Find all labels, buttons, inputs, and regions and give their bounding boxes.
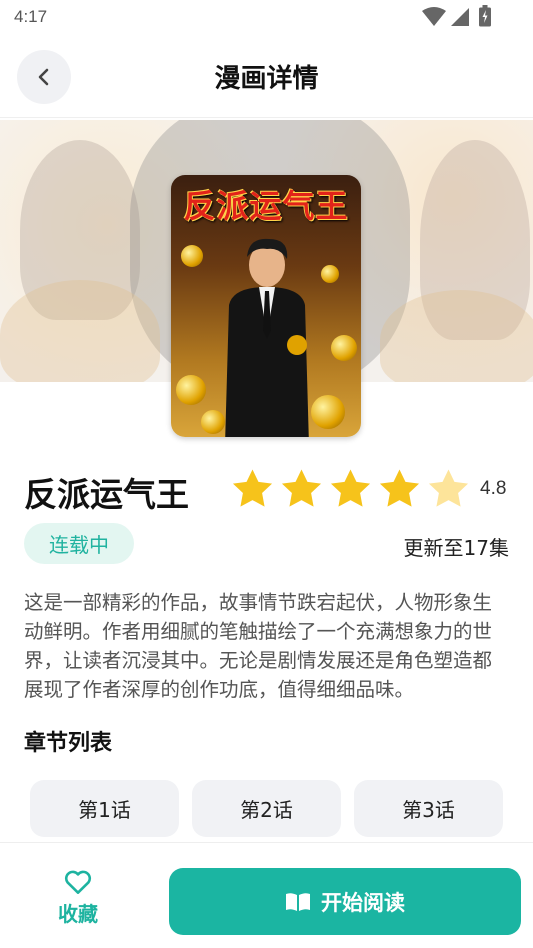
top-app-bar: 漫画详情 [0,36,533,118]
bottom-action-bar: 收藏 开始阅读 [0,842,533,948]
star-filled-icon [330,469,371,507]
update-progress: 更新至17集 [403,536,509,560]
chapter-button[interactable]: 第1话 [30,780,179,837]
signal-icon [451,8,469,26]
chapter-button[interactable]: 第2话 [192,780,341,837]
status-bar: 4:17 [0,0,533,36]
rating-value: 4.8 [480,478,507,499]
character-illustration [225,238,309,437]
chapter-button[interactable]: 第3话 [354,780,503,837]
page-title: 漫画详情 [214,64,319,94]
chapter-list: 第1话 第2话 第3话 [30,780,503,837]
heart-outline-icon [64,870,92,894]
star-filled-icon [281,469,322,507]
cover-image: 反派运气王 [171,175,361,437]
star-filled-icon [379,469,420,507]
start-reading-label: 开始阅读 [321,890,405,915]
start-reading-button[interactable]: 开始阅读 [169,868,521,935]
comic-description: 这是一部精彩的作品，故事情节跌宕起伏，人物形象生动鲜明。作者用细腻的笔触描绘了一… [24,591,493,701]
battery-icon [479,5,491,27]
favorite-label: 收藏 [58,902,98,926]
star-empty-icon [428,469,469,507]
comic-title: 反派运气王 [24,475,189,514]
favorite-button[interactable]: 收藏 [42,869,114,927]
star-filled-icon [232,469,273,507]
open-book-icon [286,892,310,911]
chapter-list-title: 章节列表 [24,731,113,756]
wifi-icon [422,7,446,26]
status-time: 4:17 [14,7,48,26]
star-rating [229,466,472,512]
cover-title-art: 反派运气王 [183,187,349,225]
status-badge: 连载中 [24,523,134,564]
